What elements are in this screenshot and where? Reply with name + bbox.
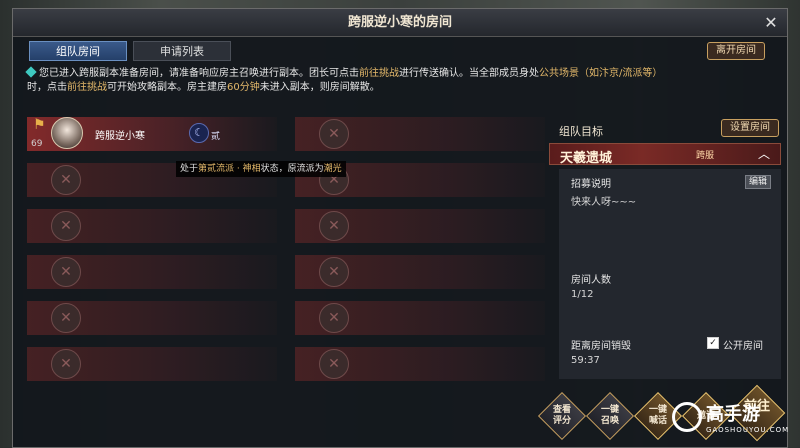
watermark-logo-icon bbox=[672, 402, 702, 432]
crossed-swords-icon: ✕ bbox=[319, 119, 349, 149]
notice-highlight-3: 前往挑战 bbox=[67, 82, 107, 93]
leave-room-button[interactable]: 离开房间 bbox=[707, 42, 765, 60]
view-score-label: 查看 评分 bbox=[552, 405, 571, 426]
member-count-label: 房间人数 bbox=[571, 275, 611, 286]
chevron-up-icon[interactable]: ︿ bbox=[758, 145, 770, 162]
team-room-dialog: 跨服逆小寒的房间 ✕ 组队房间 申请列表 离开房间 您已进入跨服副本准备房间，请… bbox=[12, 8, 788, 448]
target-name: 天羲遗城 bbox=[560, 151, 613, 166]
room-notice: 您已进入跨服副本准备房间，请准备响应房主召唤进行副本。团长可点击前往挑战进行传送… bbox=[25, 66, 727, 95]
tab-bar: 组队房间 申请列表 bbox=[29, 41, 237, 61]
empty-slot[interactable]: ✕ bbox=[27, 301, 277, 335]
crossed-swords-icon: ✕ bbox=[51, 349, 81, 379]
empty-slot[interactable]: ✕ bbox=[295, 347, 545, 381]
notice-text-3: 时，点击 bbox=[27, 82, 67, 93]
setup-room-button[interactable]: 设置房间 bbox=[721, 119, 779, 137]
member-level: 69 bbox=[31, 139, 43, 149]
empty-slot[interactable]: ✕ bbox=[295, 255, 545, 289]
crossed-swords-icon: ✕ bbox=[319, 257, 349, 287]
public-room-checkbox[interactable]: ✓ bbox=[707, 337, 719, 349]
room-info-box: 招募说明 编辑 快来人呀~~~ 房间人数 1/12 距离房间销毁 59:37 ✓… bbox=[559, 169, 781, 379]
sect-tooltip: 处于第贰流派 · 神相状态，原流派为潮光 bbox=[176, 161, 346, 177]
notice-highlight-2: 公共场景（如汴京/流派等） bbox=[539, 68, 663, 79]
edit-button[interactable]: 编辑 bbox=[745, 175, 771, 189]
notice-diamond-icon bbox=[25, 66, 37, 78]
tooltip-text-2: 状态，原流派为 bbox=[260, 164, 324, 174]
sect-icon[interactable]: ☾ bbox=[189, 123, 209, 143]
team-target-panel: 组队目标 设置房间 天羲遗城 跨服 ︿ 招募说明 编辑 快来人呀~~~ 房间人数… bbox=[549, 113, 781, 379]
tooltip-text-1: 处于 bbox=[180, 164, 199, 174]
notice-text-1: 您已进入跨服副本准备房间，请准备响应房主召唤进行副本。团长可点击 bbox=[39, 68, 359, 79]
cross-server-tag: 跨服 bbox=[696, 151, 715, 161]
dialog-header: 跨服逆小寒的房间 ✕ bbox=[13, 9, 787, 37]
member-slot-leader[interactable]: ⚑ 69 跨服逆小寒 ☾ 贰 bbox=[27, 117, 277, 151]
tooltip-orig-sect: 潮光 bbox=[323, 164, 342, 174]
notice-text-4: 可开始攻略副本。房主建房 bbox=[107, 82, 227, 93]
member-count-value: 1/12 bbox=[571, 289, 594, 300]
notice-text-2: 进行传送确认。当全部成员身处 bbox=[399, 68, 539, 79]
crossed-swords-icon: ✕ bbox=[319, 211, 349, 241]
member-slot-grid: ⚑ 69 跨服逆小寒 ☾ 贰 ✕ ✕ ✕ ✕ ✕ ✕ ✕ ✕ ✕ ✕ ✕ bbox=[27, 117, 545, 389]
notice-highlight-1: 前往挑战 bbox=[359, 68, 399, 79]
sect-rank: 贰 bbox=[211, 132, 221, 142]
tooltip-sect: 第贰流派 · 神相 bbox=[198, 164, 261, 174]
summon-all-label: 一键 召唤 bbox=[600, 405, 619, 426]
target-dungeon-bar[interactable]: 天羲遗城 跨服 ︿ bbox=[549, 143, 781, 166]
tab-apply-list[interactable]: 申请列表 bbox=[133, 41, 231, 61]
recruit-label: 招募说明 bbox=[571, 179, 611, 190]
crossed-swords-icon: ✕ bbox=[51, 211, 81, 241]
empty-slot[interactable]: ✕ bbox=[295, 301, 545, 335]
destroy-timer: 59:37 bbox=[571, 355, 600, 366]
watermark-text: 高手游 bbox=[706, 404, 760, 425]
notice-highlight-4: 60分钟 bbox=[227, 82, 260, 93]
crossed-swords-icon: ✕ bbox=[51, 165, 81, 195]
panel-title: 组队目标 bbox=[559, 125, 603, 138]
empty-slot[interactable]: ✕ bbox=[27, 347, 277, 381]
tab-team-room[interactable]: 组队房间 bbox=[29, 41, 127, 61]
empty-slot[interactable]: ✕ bbox=[27, 255, 277, 289]
notice-text-5: 未进入副本，则房间解散。 bbox=[259, 82, 380, 93]
dialog-title: 跨服逆小寒的房间 bbox=[347, 15, 452, 30]
leader-flag-icon: ⚑ bbox=[33, 117, 46, 133]
close-icon[interactable]: ✕ bbox=[761, 13, 781, 33]
crossed-swords-icon: ✕ bbox=[319, 349, 349, 379]
public-room-label: 公开房间 bbox=[723, 341, 763, 352]
crossed-swords-icon: ✕ bbox=[51, 303, 81, 333]
recruit-text: 快来人呀~~~ bbox=[571, 197, 637, 208]
avatar bbox=[51, 117, 83, 149]
empty-slot[interactable]: ✕ bbox=[295, 117, 545, 151]
empty-slot[interactable]: ✕ bbox=[27, 209, 277, 243]
member-name: 跨服逆小寒 bbox=[95, 131, 145, 142]
crossed-swords-icon: ✕ bbox=[51, 257, 81, 287]
destroy-label: 距离房间销毁 bbox=[571, 341, 631, 352]
watermark-sub: GAOSHOUYOU.COM bbox=[706, 426, 790, 434]
crossed-swords-icon: ✕ bbox=[319, 303, 349, 333]
empty-slot[interactable]: ✕ bbox=[295, 209, 545, 243]
site-watermark: 高手游 GAOSHOUYOU.COM bbox=[672, 400, 792, 444]
